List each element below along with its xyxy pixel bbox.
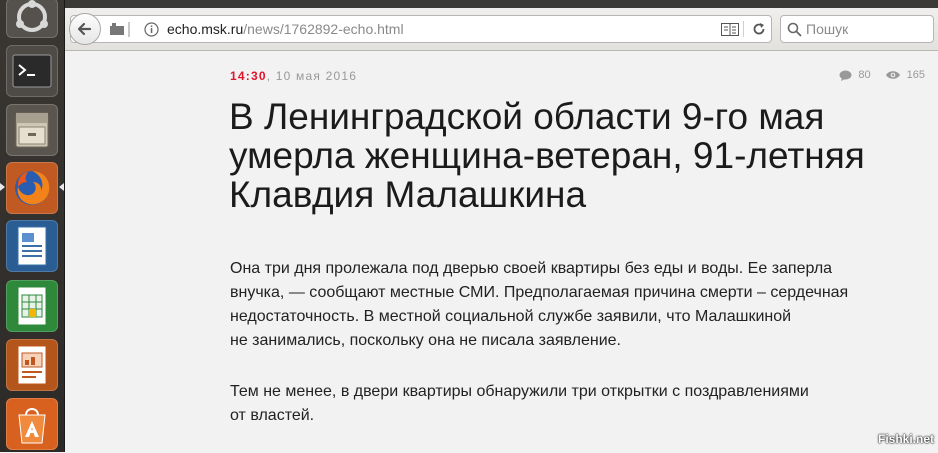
browser-tab-strip[interactable] [65,0,938,8]
article-paragraph-2: Тем не менее, в двери квартиры обнаружил… [230,380,930,428]
url-bar[interactable]: echo.msk.ru/news/1762892-echo.html [69,13,772,45]
article-datetime: 14:30, 10 мая 2016 [230,69,357,83]
calc-icon[interactable] [6,280,58,332]
views-count: 165 [906,69,925,81]
separator [743,21,744,37]
reload-icon[interactable] [752,22,766,36]
back-arrow-icon [77,22,92,36]
search-icon [787,22,802,37]
file-manager-icon[interactable] [6,104,58,156]
tab-groups-icon[interactable] [109,23,125,36]
article-stats: 80 165 [839,69,925,81]
paragraph-line: внучка, — сообщают местные СМИ. Предпола… [230,284,849,301]
software-center-icon[interactable] [6,398,58,450]
firefox-icon[interactable] [6,162,58,214]
article-headline: В Ленинградской области 9-го мая умерла … [229,97,929,214]
writer-icon[interactable] [6,220,58,272]
article-time: 14:30 [230,69,267,83]
terminal-icon[interactable] [6,45,58,97]
focus-indicator [59,183,64,191]
dropdown-dots-icon [128,22,130,37]
article-date: , 10 мая 2016 [266,69,358,83]
headline-line: В Ленинградской области 9-го мая [229,96,825,137]
back-button[interactable] [69,13,101,45]
paragraph-line: Тем не менее, в двери квартиры обнаружил… [230,383,809,400]
headline-line: умерла женщина-ветеран, 91-летняя [229,135,865,176]
comment-icon [839,70,852,81]
unity-launcher [0,0,65,452]
views-eye-icon [885,71,900,79]
comments-count[interactable]: 80 [858,69,870,81]
url-path: /news/1762892-echo.html [243,21,404,37]
headline-line: Клавдия Малашкина [229,174,587,215]
ubuntu-dash-icon[interactable] [6,0,58,38]
browser-navigation-bar: echo.msk.ru/news/1762892-echo.html Пошук [65,8,938,51]
paragraph-line: не занимались, поскольку она не писала з… [230,332,621,349]
paragraph-line: недостаточность. В местной социальной сл… [230,308,792,325]
watermark: Fishki.net [877,432,934,446]
search-placeholder: Пошук [806,21,849,37]
search-field[interactable]: Пошук [780,15,934,43]
reader-view-icon[interactable] [721,23,739,36]
active-indicator [0,183,5,191]
url-host: echo.msk.ru [167,21,244,37]
article-paragraph-1: Она три дня пролежала под дверью своей к… [230,257,930,353]
impress-icon[interactable] [6,339,58,391]
url-text[interactable]: echo.msk.ru/news/1762892-echo.html [167,21,404,37]
paragraph-line: от властей. [230,407,315,424]
info-icon[interactable] [144,22,159,37]
paragraph-line: Она три дня пролежала под дверью своей к… [230,260,833,277]
